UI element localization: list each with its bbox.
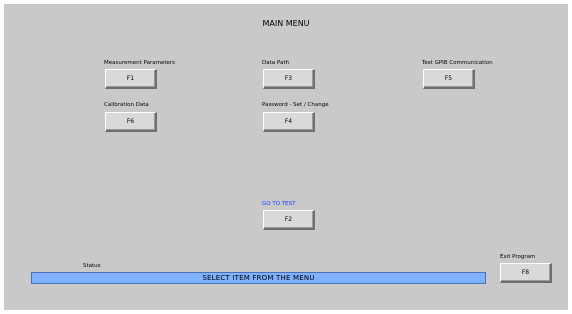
- measurement-parameters-button[interactable]: F1: [105, 69, 157, 89]
- exit-program-button[interactable]: F8: [500, 263, 552, 283]
- go-to-test-label: GO TO TEST: [262, 201, 296, 207]
- data-path-button[interactable]: F3: [263, 69, 315, 89]
- go-to-test-button[interactable]: F2: [263, 210, 315, 230]
- password-button[interactable]: F4: [263, 112, 315, 132]
- status-bar: SELECT ITEM FROM THE MENU: [31, 272, 486, 284]
- status-label: Status: [83, 263, 101, 269]
- test-gpib-label: Test GPIB Communication: [422, 60, 493, 66]
- exit-program-label: Exit Program: [500, 254, 536, 260]
- calibration-data-label: Calibration Data: [104, 102, 149, 108]
- main-menu-panel: MAIN MENU Measurement Parameters F1 Data…: [4, 4, 568, 310]
- page-title: MAIN MENU: [262, 19, 310, 28]
- measurement-parameters-label: Measurement Parameters: [104, 60, 175, 66]
- calibration-data-button[interactable]: F6: [105, 112, 157, 132]
- test-gpib-button[interactable]: F5: [423, 69, 475, 89]
- data-path-label: Data Path: [262, 60, 289, 66]
- password-label: Password - Set / Change: [262, 102, 329, 108]
